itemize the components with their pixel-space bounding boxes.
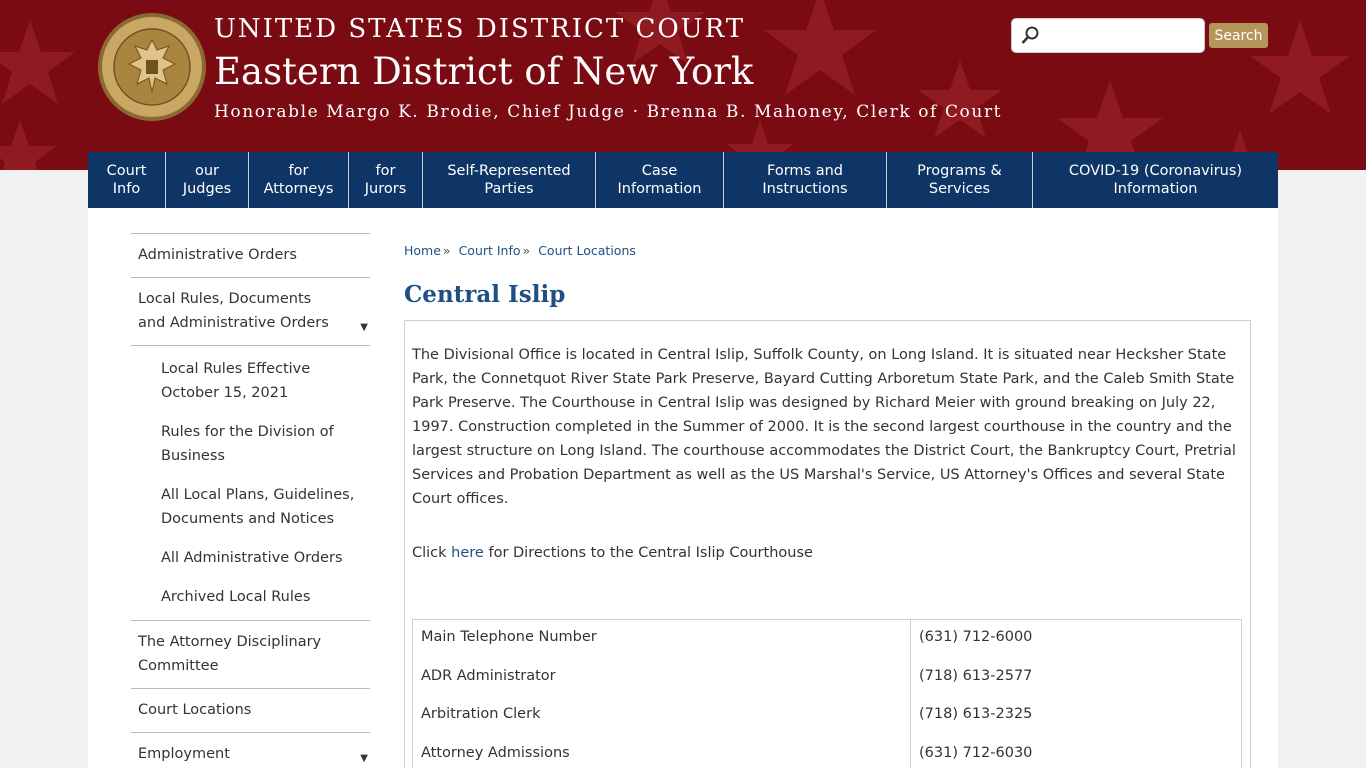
breadcrumb-court-locations[interactable]: Court Locations [538, 243, 636, 258]
sidebar-subitem-archived-local-rules[interactable]: Archived Local Rules [131, 576, 370, 615]
directions-link[interactable]: here [451, 545, 484, 561]
phone-number: (718) 613-2577 [919, 667, 1033, 684]
sidebar-item-court-locations[interactable]: Court Locations [131, 688, 370, 732]
table-row: Main Telephone Number (631) 712-6000 [413, 620, 1241, 659]
search-input[interactable] [1046, 23, 1196, 48]
breadcrumb-home[interactable]: Home [404, 243, 441, 258]
sidebar-submenu: Local Rules Effective October 15, 2021 R… [131, 345, 370, 620]
nav-label: our [194, 163, 219, 179]
sidebar-subitem-division-of-business[interactable]: Rules for the Division of Business [131, 411, 370, 474]
breadcrumb-separator: » [522, 243, 531, 258]
nav-label: Jurors [364, 181, 407, 197]
court-seal-icon[interactable] [97, 12, 207, 122]
sidebar-item-attorney-disciplinary[interactable]: The Attorney Disciplinary Committee [131, 620, 370, 688]
sidebar-item-local-rules[interactable]: Local Rules, Documents and Administrativ… [131, 277, 370, 345]
phone-label: Arbitration Clerk [413, 697, 911, 736]
district-name[interactable]: Eastern District of New York [214, 50, 753, 93]
sidebar-item-administrative-orders[interactable]: Administrative Orders [131, 233, 370, 277]
nav-our-judges[interactable]: our Judges [166, 152, 249, 208]
nav-label: Programs & [917, 163, 1002, 179]
main-nav: Court Info our Judges for Attorneys for Juro… [88, 152, 1278, 208]
sidebar-item-label: Local Rules, Documents and Administrativ… [138, 291, 329, 331]
phone-number: (718) 613-2325 [919, 706, 1033, 722]
directions-prefix: Click [412, 545, 452, 561]
phone-number: (631) 712-6030 [919, 744, 1033, 761]
table-row: Arbitration Clerk (718) 613-2325 [413, 697, 1241, 736]
table-row: ADR Administrator (718) 613-2577 [413, 658, 1241, 697]
nav-court-info[interactable]: Court Info [88, 152, 166, 208]
nav-case-information[interactable]: Case Information [596, 152, 724, 208]
location-description: The Divisional Office is located in Cent… [412, 347, 1236, 507]
court-name: UNITED STATES DISTRICT COURT [214, 14, 746, 44]
sidebar-item-label: Employment [138, 746, 230, 762]
sidebar-item-label: Court Locations [138, 702, 252, 718]
chevron-down-icon[interactable]: ▼ [360, 316, 368, 340]
breadcrumb-court-info[interactable]: Court Info [459, 243, 521, 258]
sidebar-subitem-local-rules-2021[interactable]: Local Rules Effective October 15, 2021 [131, 351, 370, 411]
chevron-down-icon[interactable]: ▼ [360, 747, 368, 768]
nav-self-represented[interactable]: Self-Represented Parties [423, 152, 596, 208]
nav-label: Instructions [762, 181, 848, 197]
sidebar-subitem-local-plans[interactable]: All Local Plans, Guidelines, Documents a… [131, 474, 370, 537]
nav-label: Info [112, 181, 141, 197]
nav-label: Attorneys [263, 181, 334, 197]
phone-label: Main Telephone Number [413, 620, 911, 659]
directions-line: Click here for Directions to the Central… [412, 541, 813, 565]
phone-label: Attorney Admissions [413, 735, 911, 768]
phone-table: Main Telephone Number (631) 712-6000 ADR… [412, 619, 1242, 768]
breadcrumb: Home» Court Info» Court Locations [404, 243, 636, 258]
table-row: Attorney Admissions (631) 712-6030 [413, 735, 1241, 768]
nav-label: Forms and [767, 163, 843, 179]
nav-label: for [288, 163, 309, 179]
search-box [1011, 18, 1205, 53]
nav-label: Case [641, 163, 678, 179]
sidebar-item-label: Administrative Orders [138, 247, 297, 263]
court-officials: Honorable Margo K. Brodie, Chief Judge ·… [214, 102, 1003, 122]
nav-label: Judges [182, 181, 232, 197]
sidebar-subitem-all-admin-orders[interactable]: All Administrative Orders [131, 537, 370, 576]
nav-label: Services [928, 181, 991, 197]
nav-label: COVID-19 (Coronavirus) [1068, 163, 1243, 179]
nav-covid-19[interactable]: COVID-19 (Coronavirus) Information [1033, 152, 1278, 208]
nav-label: Self-Represented [447, 163, 571, 179]
nav-label: Information [617, 181, 702, 197]
sidebar-item-employment[interactable]: Employment ▼ [131, 732, 370, 768]
sidebar-menu: Administrative Orders Local Rules, Docum… [131, 233, 370, 768]
nav-for-attorneys[interactable]: for Attorneys [249, 152, 349, 208]
phone-label: ADR Administrator [413, 658, 911, 697]
search-icon [1021, 26, 1039, 44]
search-button[interactable]: Search [1209, 23, 1268, 48]
nav-label: Court [106, 163, 147, 179]
nav-label: for [375, 163, 396, 179]
sidebar-item-label: The Attorney Disciplinary Committee [138, 634, 322, 674]
nav-label: Parties [484, 181, 534, 197]
directions-suffix: for Directions to the Central Islip Cour… [483, 545, 813, 561]
phone-number: (631) 712-6000 [919, 629, 1033, 645]
nav-label: Information [1113, 181, 1198, 197]
site-header: UNITED STATES DISTRICT COURT Eastern Dis… [0, 0, 1366, 170]
breadcrumb-separator: » [442, 243, 451, 258]
page-title: Central Islip [404, 281, 566, 308]
nav-for-jurors[interactable]: for Jurors [349, 152, 423, 208]
nav-forms-instructions[interactable]: Forms and Instructions [724, 152, 887, 208]
nav-programs-services[interactable]: Programs & Services [887, 152, 1033, 208]
